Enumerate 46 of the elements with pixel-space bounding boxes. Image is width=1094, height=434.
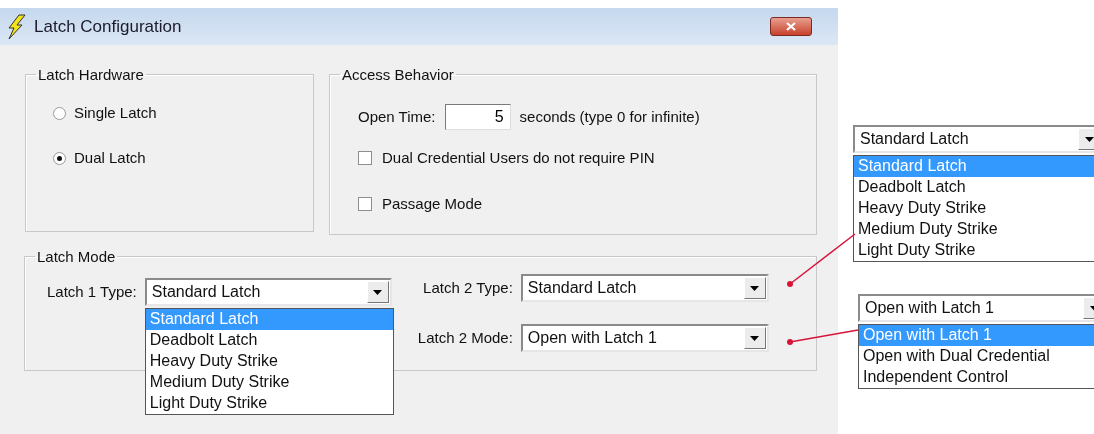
leader-line (787, 233, 856, 287)
caret-icon (750, 335, 760, 341)
radio-button[interactable] (53, 151, 66, 165)
combo-box[interactable]: Open with Latch 1 (858, 294, 1094, 322)
list-option[interactable]: Open with Dual Credential (859, 346, 1094, 367)
dropdown-button[interactable] (366, 281, 389, 303)
dropdown-button[interactable] (743, 277, 766, 299)
radio-label: Single Latch (74, 102, 157, 123)
close-icon (786, 22, 796, 31)
checkbox[interactable] (358, 197, 372, 211)
list-option[interactable]: Light Duty Strike (145, 393, 393, 414)
checkbox[interactable] (358, 151, 372, 165)
field-label: Latch 2 Mode: (417, 327, 513, 348)
close-button[interactable] (770, 17, 812, 36)
caret-icon (750, 285, 760, 291)
list-option[interactable]: Medium Duty Strike (854, 219, 1094, 240)
list-option[interactable]: Deadbolt Latch (145, 330, 393, 351)
list-option[interactable]: Medium Duty Strike (145, 372, 393, 393)
combo-box[interactable]: Open with Latch 1 (520, 324, 769, 352)
field-hint: seconds (type 0 for infinite) (519, 106, 700, 127)
combo-box[interactable]: Standard Latch (144, 278, 392, 306)
radio-label: Dual Latch (74, 147, 146, 168)
field-label: Latch 2 Type: (423, 277, 513, 298)
combo-box[interactable]: Standard Latch (853, 125, 1094, 153)
radio-button[interactable] (53, 106, 66, 120)
checkbox-label: Dual Credential Users do not require PIN (382, 147, 655, 168)
field-label: Latch 1 Type: (47, 281, 137, 302)
list-option[interactable]: Heavy Duty Strike (145, 351, 393, 372)
dropdown-button[interactable] (743, 327, 766, 349)
number-field[interactable]: 5 (444, 104, 511, 130)
list-option[interactable]: Light Duty Strike (854, 240, 1094, 261)
combo-box[interactable]: Standard Latch (520, 274, 769, 302)
caret-icon (373, 289, 383, 295)
window-title: Latch Configuration (34, 15, 182, 38)
group-title: Access Behavior (341, 67, 455, 82)
checkbox-label: Passage Mode (382, 193, 483, 214)
leader-line (787, 329, 859, 345)
lightning-icon (6, 13, 26, 40)
dropdown-button[interactable] (1078, 128, 1094, 150)
caret-icon (1084, 136, 1094, 142)
list-option[interactable]: Deadbolt Latch (854, 177, 1094, 198)
list-option[interactable]: Heavy Duty Strike (854, 198, 1094, 219)
group-title: Latch Mode (36, 249, 117, 264)
group-title: Latch Hardware (37, 67, 145, 82)
list-option[interactable]: Independent Control (859, 367, 1094, 388)
field-label: Open Time: (358, 106, 436, 127)
